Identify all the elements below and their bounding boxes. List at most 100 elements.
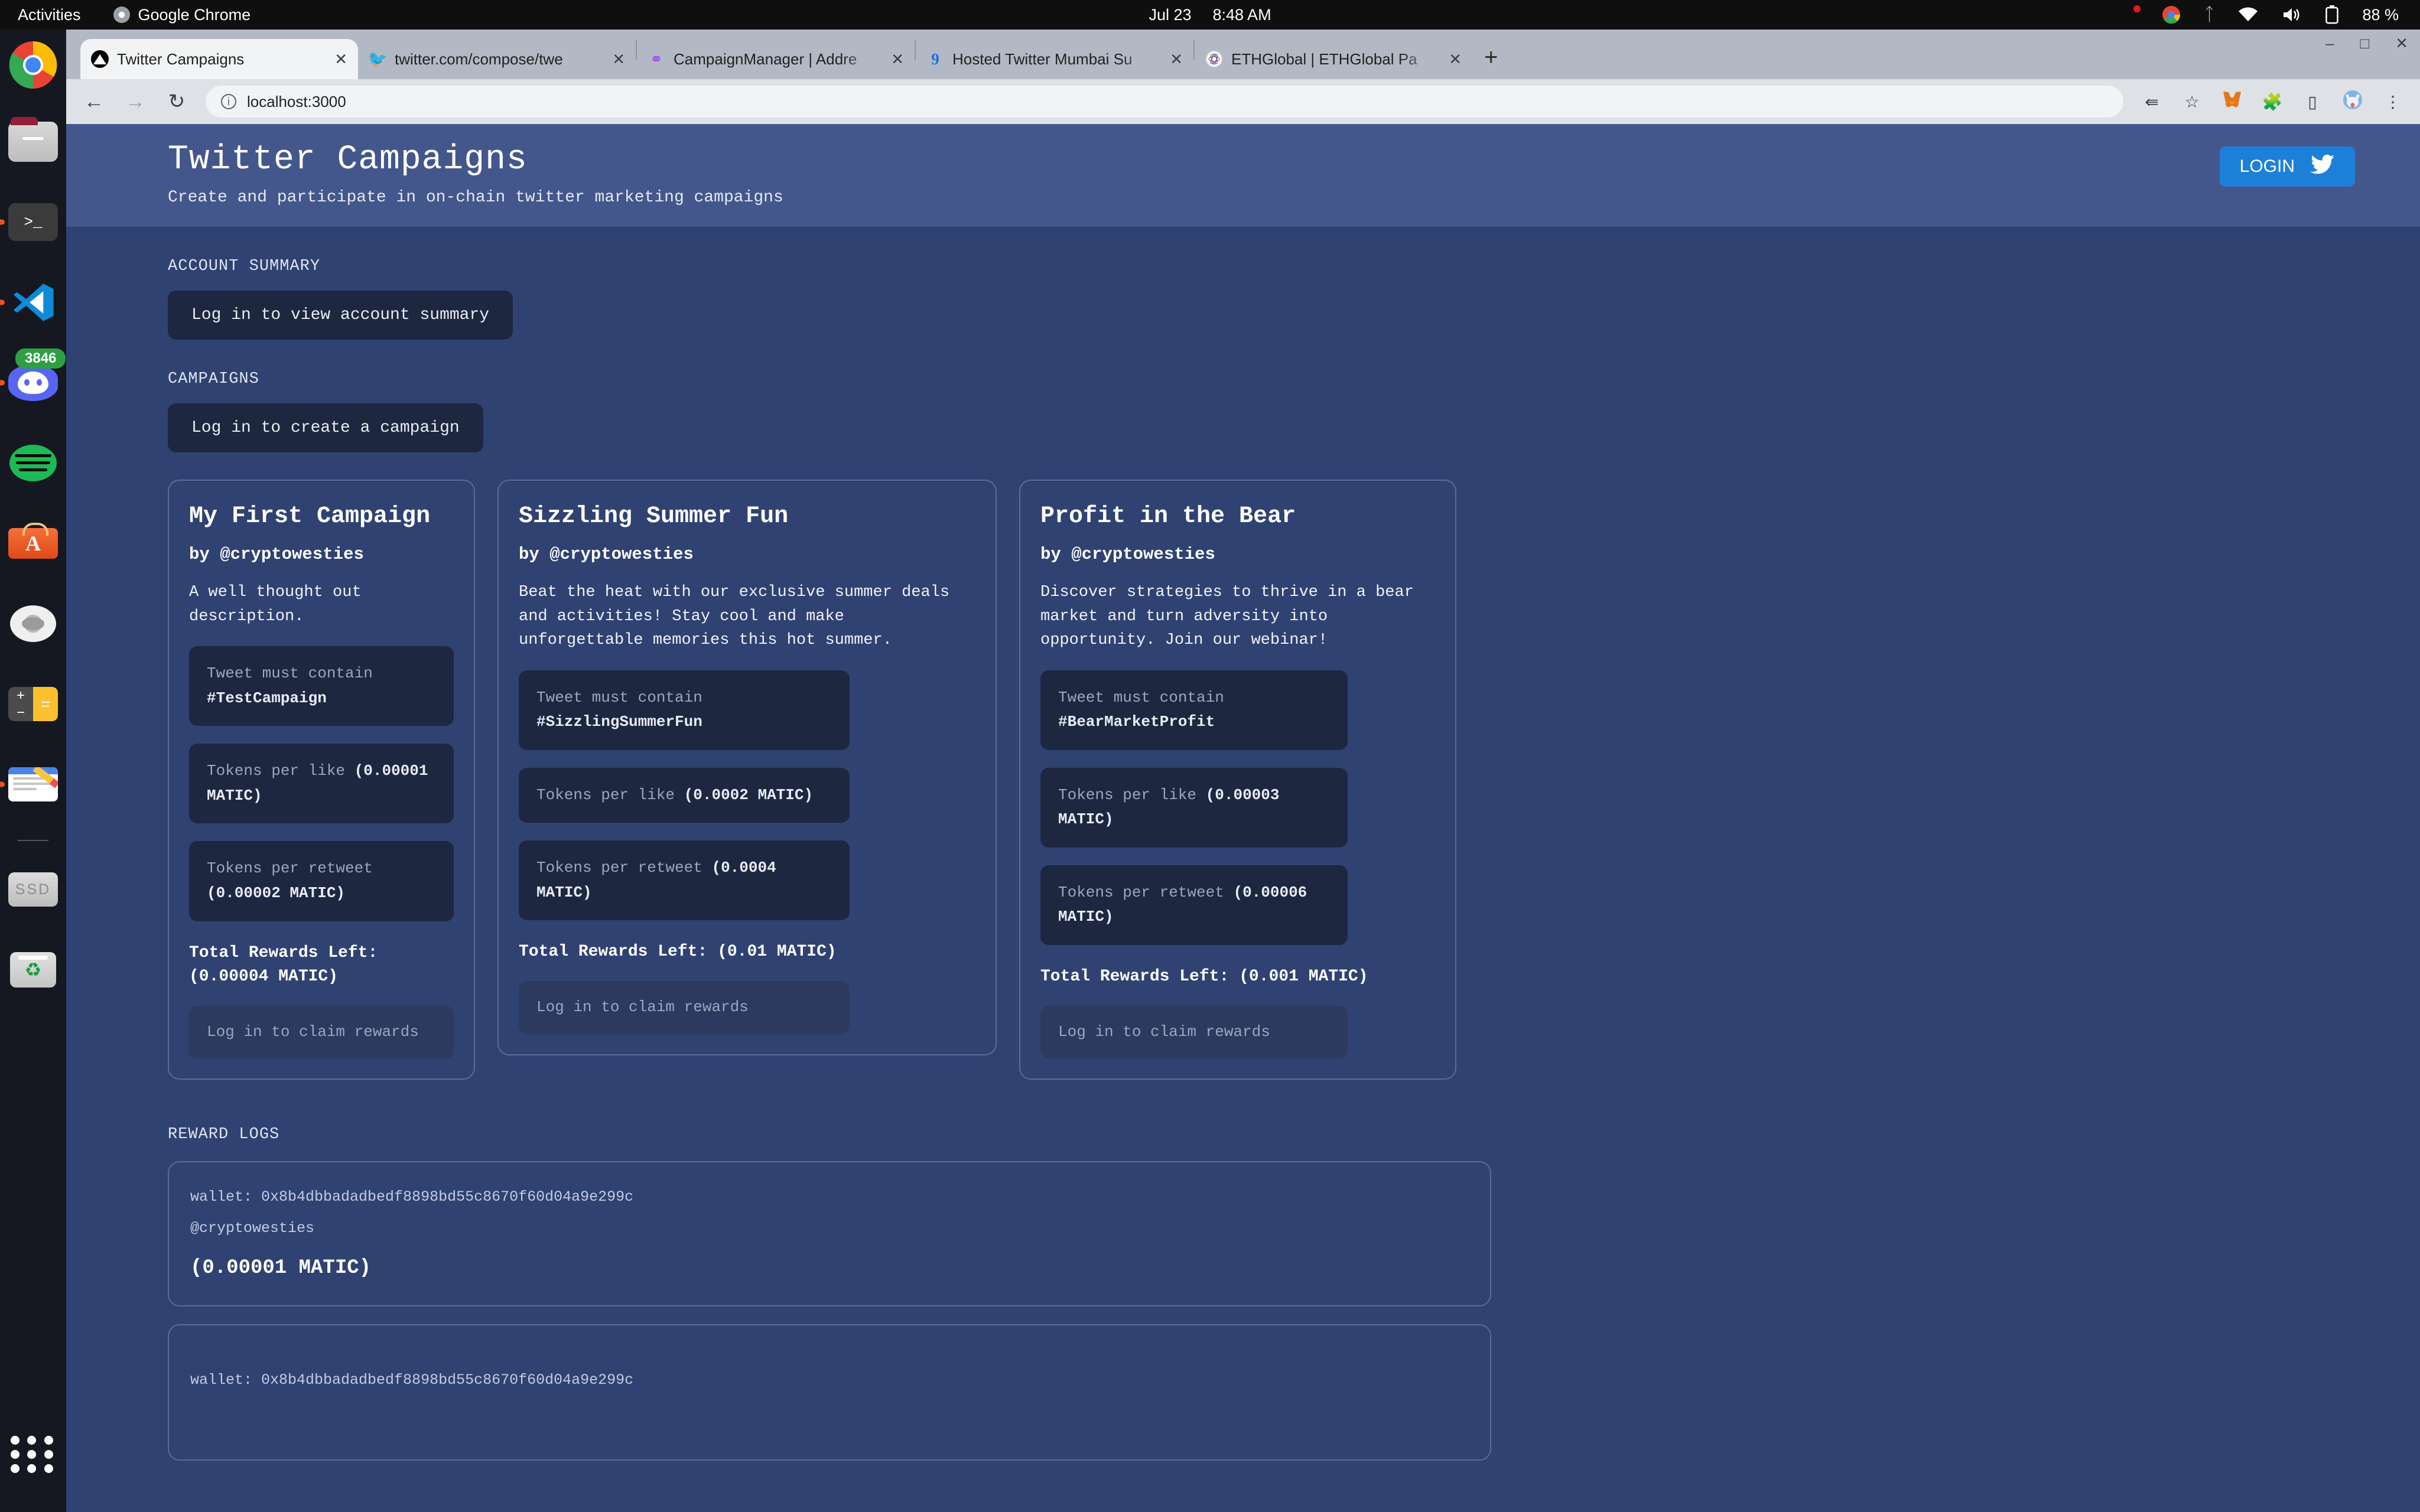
bookmark-star-icon[interactable]: ☆ — [2180, 92, 2204, 112]
campaign-card[interactable]: Profit in the Bear by @cryptowesties Dis… — [1019, 480, 1456, 1080]
metamask-icon[interactable] — [2220, 90, 2244, 113]
extensions-puzzle-icon[interactable]: 🧩 — [2260, 92, 2284, 112]
dock-item-text-editor[interactable] — [8, 760, 58, 809]
tokens-per-retweet: Tokens per retweet (0.00002 MATIC) — [189, 841, 454, 921]
tokens-per-retweet-value: (0.00002 MATIC) — [207, 884, 345, 902]
page-content: ACCOUNT SUMMARY Log in to view account s… — [66, 258, 2420, 1461]
discord-tray-icon[interactable] — [2119, 7, 2139, 22]
activities-button[interactable]: Activities — [18, 6, 81, 24]
chrome-window: Twitter Campaigns ✕ 🐦 twitter.com/compos… — [66, 30, 2420, 1512]
tokens-per-like-label: Tokens per like — [536, 786, 675, 804]
tab-label: Twitter Campaigns — [117, 50, 326, 69]
dock-item-ssd[interactable]: SSD — [8, 865, 58, 914]
battery-icon[interactable] — [2325, 5, 2338, 24]
clock-date: Jul 23 — [1149, 6, 1191, 24]
minimize-icon[interactable]: – — [2325, 34, 2334, 53]
reward-log-entry: wallet: 0x8b4dbbadadbedf8898bd55c8670f60… — [168, 1324, 1491, 1461]
ethglobal-icon — [1205, 50, 1223, 68]
campaign-card[interactable]: Sizzling Summer Fun by @cryptowesties Be… — [497, 480, 997, 1055]
tokens-per-like-value: (0.0002 MATIC) — [684, 786, 813, 804]
new-tab-button[interactable]: + — [1484, 44, 1498, 71]
maximize-icon[interactable]: □ — [2360, 34, 2369, 53]
total-rewards: Total Rewards Left: (0.001 MATIC) — [1040, 965, 1435, 989]
tweet-requirement-label: Tweet must contain — [536, 689, 702, 706]
close-icon[interactable]: ✕ — [1449, 50, 1462, 69]
close-icon[interactable]: ✕ — [612, 50, 625, 69]
calculator-icon: +−= — [8, 687, 58, 721]
profile-avatar-icon[interactable] — [2341, 90, 2364, 114]
total-rewards-label: Total Rewards Left: — [189, 944, 378, 962]
campaign-description: Discover strategies to thrive in a bear … — [1040, 581, 1435, 653]
browser-toolbar: ← → ↻ i localhost:3000 ⇚ ☆ 🧩 ▯ ⋮ — [66, 79, 2420, 124]
reward-logs-label: REWARD LOGS — [168, 1126, 2420, 1143]
twitter-bird-icon — [2310, 154, 2335, 179]
claim-rewards-button[interactable]: Log in to claim rewards — [519, 981, 850, 1034]
chrome-menu-icon[interactable]: ⋮ — [2381, 92, 2405, 112]
claim-rewards-button[interactable]: Log in to claim rewards — [1040, 1006, 1348, 1059]
running-indicator — [0, 380, 5, 386]
campaign-author: by @cryptowesties — [189, 545, 454, 564]
claim-rewards-button[interactable]: Log in to claim rewards — [189, 1006, 454, 1059]
dock-item-chrome[interactable] — [8, 40, 58, 90]
active-app-indicator[interactable]: Google Chrome — [113, 6, 251, 24]
create-campaign-button[interactable]: Log in to create a campaign — [168, 403, 483, 452]
dock-item-spotify[interactable] — [8, 438, 58, 488]
tab-twitter-campaigns[interactable]: Twitter Campaigns ✕ — [80, 39, 358, 79]
close-icon[interactable]: ✕ — [891, 50, 904, 69]
dock-item-vscode[interactable] — [8, 278, 58, 327]
campaign-description: Beat the heat with our exclusive summer … — [519, 581, 975, 653]
close-icon[interactable]: ✕ — [334, 50, 347, 69]
tokens-per-like-label: Tokens per like — [207, 762, 345, 780]
ubuntu-software-icon: A — [8, 528, 58, 559]
dock-item-trash[interactable]: ♻ — [8, 945, 58, 995]
tab-label: ETHGlobal | ETHGlobal Pa — [1231, 50, 1440, 69]
terminal-icon: >_ — [8, 203, 58, 241]
dock-item-ubuntu-software[interactable]: A — [8, 519, 58, 568]
campaign-card[interactable]: My First Campaign by @cryptowesties A we… — [168, 480, 475, 1080]
tab-campaign-manager[interactable]: ⚭ CampaignManager | Addre ✕ — [637, 39, 915, 79]
campaign-author: by @cryptowesties — [1040, 545, 1435, 564]
forward-button[interactable]: → — [123, 90, 148, 113]
battery-percent-label: 88 % — [2362, 6, 2399, 24]
show-apps-icon[interactable] — [11, 1432, 56, 1477]
wifi-icon[interactable] — [2238, 7, 2258, 22]
tokens-per-like-label: Tokens per like — [1058, 786, 1196, 804]
back-button[interactable]: ← — [82, 90, 106, 113]
login-button[interactable]: LOGIN — [2220, 146, 2355, 187]
tab-hosted-twitter-mumbai[interactable]: 9 Hosted Twitter Mumbai Su ✕ — [916, 39, 1193, 79]
sidebar-icon[interactable]: ▯ — [2301, 92, 2324, 112]
dock-item-discord[interactable]: 3846 — [8, 358, 58, 408]
tweet-requirement: Tweet must contain #TestCampaign — [189, 646, 454, 726]
tokens-per-retweet: Tokens per retweet (0.00006 MATIC) — [1040, 865, 1348, 945]
tab-twitter-compose[interactable]: 🐦 twitter.com/compose/twe ✕ — [358, 39, 636, 79]
account-summary-button[interactable]: Log in to view account summary — [168, 291, 513, 340]
web-page: Twitter Campaigns Create and participate… — [66, 124, 2420, 1512]
campaign-title: Profit in the Bear — [1040, 503, 1435, 530]
reload-button[interactable]: ↻ — [164, 90, 189, 113]
dock-item-terminal[interactable]: >_ — [8, 197, 58, 247]
reward-log-wallet: wallet: 0x8b4dbbadadbedf8898bd55c8670f60… — [190, 1188, 1469, 1205]
address-bar[interactable]: i localhost:3000 — [206, 86, 2123, 118]
running-indicator — [0, 782, 5, 787]
close-icon[interactable]: ✕ — [1170, 50, 1183, 69]
total-rewards: Total Rewards Left: (0.00004 MATIC) — [189, 941, 454, 989]
dock-item-settings[interactable] — [8, 599, 58, 649]
clock[interactable]: Jul 23 8:48 AM — [1149, 6, 1271, 24]
volume-icon[interactable] — [2282, 6, 2302, 23]
chrome-tray-icon[interactable] — [2162, 6, 2180, 24]
campaign-hashtag: #TestCampaign — [207, 689, 327, 707]
share-icon[interactable]: ⇚ — [2140, 92, 2164, 112]
bluetooth-icon[interactable]: ᛏ — [2204, 5, 2214, 25]
account-summary-label: ACCOUNT SUMMARY — [168, 258, 2420, 275]
dock-item-files[interactable] — [8, 117, 58, 167]
window-controls[interactable]: – □ ✕ — [2325, 34, 2408, 53]
close-window-icon[interactable]: ✕ — [2395, 34, 2408, 53]
dock-item-calculator[interactable]: +−= — [8, 679, 58, 729]
site-info-icon[interactable]: i — [221, 94, 236, 109]
system-tray[interactable]: ᛏ 88 % — [2119, 5, 2399, 25]
tab-ethglobal[interactable]: ETHGlobal | ETHGlobal Pa ✕ — [1195, 39, 1472, 79]
tab-label: Hosted Twitter Mumbai Su — [952, 50, 1162, 69]
campaigns-label: CAMPAIGNS — [168, 370, 2420, 388]
discord-badge: 3846 — [15, 348, 66, 369]
tokens-per-like: Tokens per like (0.00001 MATIC) — [189, 744, 454, 823]
